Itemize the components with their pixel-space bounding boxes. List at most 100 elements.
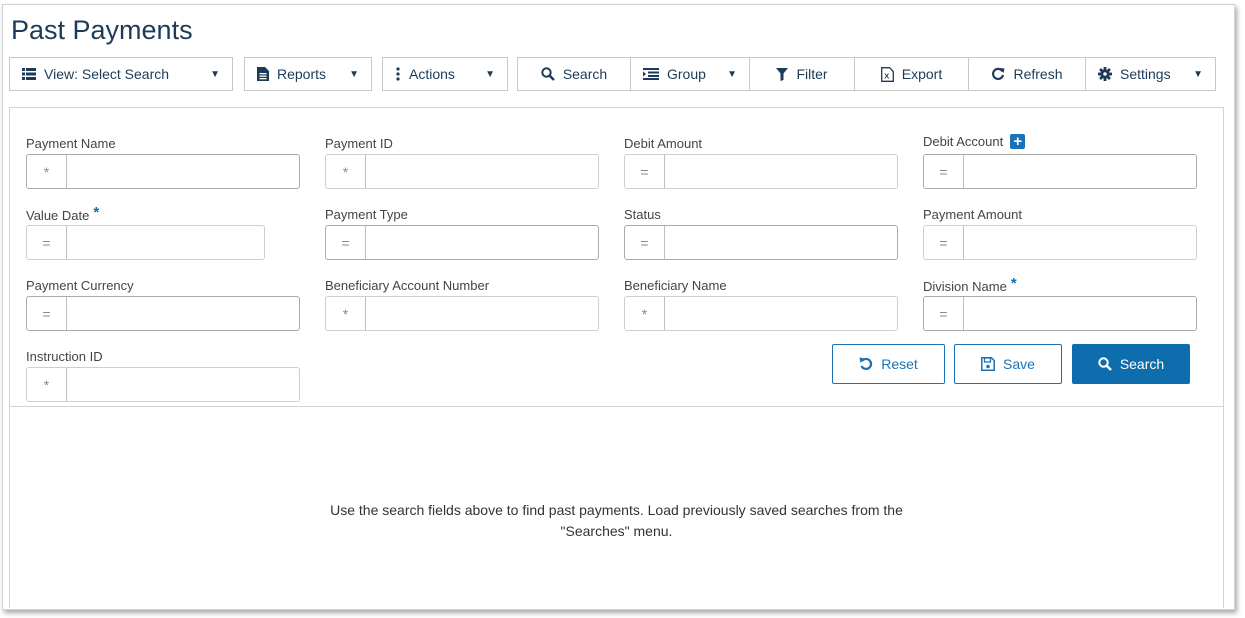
division-name-field: = — [923, 296, 1197, 331]
export-label: Export — [901, 66, 943, 82]
filter-button[interactable]: Filter — [749, 57, 855, 91]
document-icon — [257, 67, 269, 81]
payment-id-label-text: Payment ID — [325, 136, 393, 151]
status-operator[interactable]: = — [625, 226, 665, 259]
payment-currency-field: = — [26, 296, 300, 331]
caret-down-icon: ▼ — [210, 68, 220, 80]
payment-name-input[interactable] — [67, 155, 299, 188]
search-toolbar-label: Search — [562, 66, 608, 82]
caret-down-icon: ▼ — [485, 68, 495, 80]
caret-down-icon: ▼ — [1193, 68, 1203, 80]
view-select-search-label: View: Select Search — [44, 66, 170, 82]
division-name-operator[interactable]: = — [924, 297, 964, 330]
payment-type-label: Payment Type — [325, 207, 408, 222]
instruction-id-label-text: Instruction ID — [26, 349, 103, 364]
beneficiary-name-label: Beneficiary Name — [624, 278, 727, 293]
caret-down-icon: ▼ — [349, 68, 359, 80]
debit-amount-field: = — [624, 154, 898, 189]
value-date-input[interactable] — [67, 226, 264, 259]
magnifier-icon — [541, 67, 555, 81]
status-input[interactable] — [665, 226, 897, 259]
group-label: Group — [667, 66, 706, 82]
magnifier-icon — [1098, 357, 1112, 371]
payment-id-label: Payment ID — [325, 136, 393, 151]
search-toolbar-button[interactable]: Search — [517, 57, 631, 91]
payment-amount-label: Payment Amount — [923, 207, 1022, 222]
group-dropdown[interactable]: Group ▼ — [630, 57, 750, 91]
instruction-id-operator[interactable]: * — [27, 368, 67, 401]
actions-label: Actions — [409, 66, 455, 82]
status-label: Status — [624, 207, 661, 222]
payment-id-input[interactable] — [366, 155, 598, 188]
payment-amount-operator[interactable]: = — [924, 226, 964, 259]
debit-account-input[interactable] — [964, 155, 1196, 188]
instruction-id-input[interactable] — [67, 368, 299, 401]
payment-type-input[interactable] — [366, 226, 598, 259]
filter-label: Filter — [796, 66, 828, 82]
instruction-id-label: Instruction ID — [26, 349, 103, 364]
value-date-operator[interactable]: = — [27, 226, 67, 259]
payment-name-label-text: Payment Name — [26, 136, 116, 151]
undo-icon — [859, 357, 873, 371]
value-date-label: Value Date * — [26, 204, 100, 224]
debit-account-label: Debit Account + — [923, 134, 1026, 149]
status-field: = — [624, 225, 898, 260]
search-submit-label: Search — [1119, 356, 1165, 372]
payment-type-label-text: Payment Type — [325, 207, 408, 222]
payment-currency-label-text: Payment Currency — [26, 278, 134, 293]
reset-button[interactable]: Reset — [832, 344, 945, 384]
division-name-label: Division Name * — [923, 275, 1017, 295]
reports-dropdown[interactable]: Reports ▼ — [244, 57, 372, 91]
debit-amount-input[interactable] — [665, 155, 897, 188]
value-date-label-text: Value Date — [26, 208, 90, 223]
value-date-field: = — [26, 225, 265, 260]
payment-amount-label-text: Payment Amount — [923, 207, 1022, 222]
save-label: Save — [1003, 356, 1035, 372]
beneficiary-name-input[interactable] — [665, 297, 897, 330]
debit-amount-label-text: Debit Amount — [624, 136, 703, 151]
vertical-dots-icon — [395, 67, 401, 81]
settings-dropdown[interactable]: Settings ▼ — [1085, 57, 1216, 91]
add-debit-account-icon[interactable]: + — [1010, 134, 1026, 149]
payment-currency-operator[interactable]: = — [27, 297, 67, 330]
empty-results-line-2: "Searches" menu. — [560, 523, 673, 539]
beneficiary-account-number-operator[interactable]: * — [326, 297, 366, 330]
search-panel: Payment Name * Payment ID * Debit Amount… — [9, 107, 1224, 608]
reports-label: Reports — [277, 66, 327, 82]
instruction-id-field: * — [26, 367, 300, 402]
payment-name-operator[interactable]: * — [27, 155, 67, 188]
debit-account-operator[interactable]: = — [924, 155, 964, 188]
payment-amount-field: = — [923, 225, 1197, 260]
svg-text:X: X — [884, 71, 889, 80]
view-select-search-dropdown[interactable]: View: Select Search ▼ — [9, 57, 233, 91]
save-button[interactable]: Save — [954, 344, 1062, 384]
payment-amount-input[interactable] — [964, 226, 1196, 259]
payment-currency-label: Payment Currency — [26, 278, 134, 293]
required-marker: * — [93, 204, 100, 221]
debit-amount-label: Debit Amount — [624, 136, 702, 151]
payment-currency-input[interactable] — [67, 297, 299, 330]
debit-amount-operator[interactable]: = — [625, 155, 665, 188]
beneficiary-name-operator[interactable]: * — [625, 297, 665, 330]
reset-label: Reset — [881, 356, 918, 372]
search-submit-button[interactable]: Search — [1072, 344, 1190, 384]
beneficiary-name-label-text: Beneficiary Name — [624, 278, 727, 293]
actions-dropdown[interactable]: Actions ▼ — [382, 57, 508, 91]
payment-type-field: = — [325, 225, 599, 260]
payment-type-operator[interactable]: = — [326, 226, 366, 259]
beneficiary-account-number-label-text: Beneficiary Account Number — [325, 278, 490, 293]
beneficiary-name-field: * — [624, 296, 898, 331]
division-name-input[interactable] — [964, 297, 1196, 330]
required-marker: * — [1010, 275, 1017, 292]
group-list-icon — [643, 68, 659, 80]
payment-id-operator[interactable]: * — [326, 155, 366, 188]
refresh-button[interactable]: Refresh — [968, 57, 1086, 91]
beneficiary-account-number-input[interactable] — [366, 297, 598, 330]
past-payments-window: Past Payments View: Select Search ▼ Repo… — [2, 4, 1235, 610]
empty-results-line-1: Use the search fields above to find past… — [330, 502, 903, 518]
export-button[interactable]: X Export — [854, 57, 969, 91]
funnel-icon — [776, 67, 789, 81]
settings-label: Settings — [1120, 66, 1171, 82]
debit-account-field: = — [923, 154, 1197, 189]
panel-divider — [10, 406, 1223, 407]
